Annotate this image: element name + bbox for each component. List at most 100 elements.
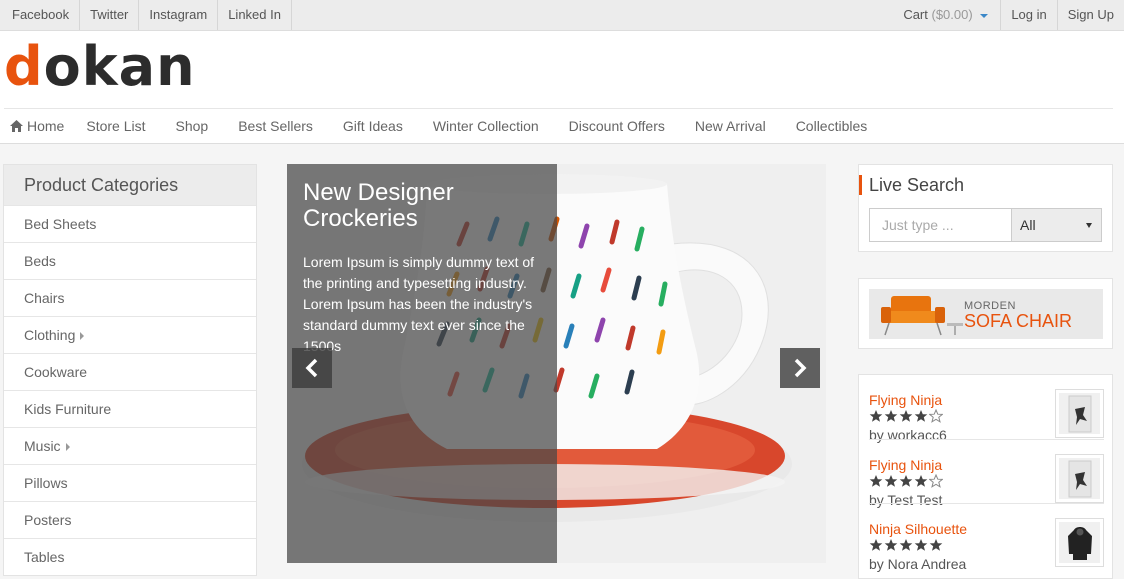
category-label: Cookware (24, 364, 88, 380)
social-links: Facebook Twitter Instagram Linked In (0, 0, 292, 30)
site-logo[interactable]: dokan (4, 35, 196, 99)
nav-shop[interactable]: Shop (176, 118, 209, 134)
linkedin-link[interactable]: Linked In (218, 0, 292, 30)
category-item[interactable]: Cookware (4, 353, 256, 390)
star-icon (914, 410, 928, 422)
categories-title: Product Categories (4, 165, 256, 205)
logo-letter-d: d (4, 35, 44, 98)
product-item: Ninja Silhouette by Nora Andrea (869, 503, 1104, 572)
hero-slider: New Designer Crockeries Lorem Ipsum is s… (287, 164, 826, 563)
search-category-value: All (1020, 217, 1036, 233)
category-item[interactable]: Music (4, 427, 256, 464)
chevron-left-icon (305, 358, 318, 378)
nav-best-sellers[interactable]: Best Sellers (238, 118, 313, 134)
banner-line2: SOFA CHAIR (964, 311, 1073, 331)
nav-home[interactable]: Home (10, 118, 64, 134)
star-icon (869, 539, 883, 551)
category-item[interactable]: Posters (4, 501, 256, 538)
category-label: Music (24, 438, 61, 454)
signup-link[interactable]: Sign Up (1056, 0, 1124, 30)
top-products-widget: Flying Ninja by workacc6 Flying Ninja by… (858, 374, 1113, 579)
category-label: Clothing (24, 327, 76, 343)
cart-link[interactable]: Cart ($0.00) (893, 0, 1000, 30)
ninja-poster-image (1068, 395, 1091, 432)
live-search-title: Live Search (859, 175, 964, 195)
star-icon (899, 475, 913, 487)
product-name-link[interactable]: Flying Ninja (869, 392, 942, 408)
account-links: Cart ($0.00) Log in Sign Up (893, 0, 1124, 30)
caret-down-icon (1086, 223, 1092, 228)
category-label: Tables (24, 549, 65, 565)
logo-text: okan (43, 35, 196, 98)
product-name-link[interactable]: Ninja Silhouette (869, 521, 967, 537)
nav-winter-collection[interactable]: Winter Collection (433, 118, 539, 134)
login-link[interactable]: Log in (1000, 0, 1056, 30)
slide-title: New Designer Crockeries (303, 179, 454, 232)
star-icon (869, 475, 883, 487)
product-name-link[interactable]: Flying Ninja (869, 457, 942, 473)
star-icon (884, 539, 898, 551)
site-header: dokan Home Store List Shop Best Sellers … (0, 31, 1124, 144)
star-icon (884, 475, 898, 487)
product-item: Flying Ninja by workacc6 (869, 375, 1104, 443)
product-thumbnail[interactable] (1055, 389, 1104, 438)
instagram-link[interactable]: Instagram (139, 0, 219, 30)
category-label: Beds (24, 253, 56, 269)
search-category-select[interactable]: All (1011, 208, 1102, 242)
category-item[interactable]: Tables (4, 538, 256, 575)
slider-next-button[interactable] (780, 348, 820, 388)
hoodie-image (1067, 526, 1092, 560)
category-item[interactable]: Chairs (4, 279, 256, 316)
slider-prev-button[interactable] (292, 348, 332, 388)
star-icon (899, 539, 913, 551)
ninja-poster-image (1068, 460, 1091, 497)
sofa-banner[interactable]: MORDEN SOFA CHAIR (869, 289, 1103, 339)
product-thumbnail[interactable] (1055, 518, 1104, 567)
sofa-chair-image (881, 296, 963, 336)
star-icon (869, 410, 883, 422)
category-item[interactable]: Clothing (4, 316, 256, 353)
cart-label: Cart (903, 7, 928, 22)
category-label: Chairs (24, 290, 65, 306)
search-input[interactable]: Just type ... (869, 208, 1011, 242)
category-label: Kids Furniture (24, 401, 112, 417)
slide-text: Lorem Ipsum is simply dummy text of the … (303, 254, 535, 354)
product-thumbnail[interactable] (1055, 454, 1104, 503)
rating-stars (869, 538, 944, 554)
star-icon (914, 475, 928, 487)
cart-amount: ($0.00) (931, 7, 973, 22)
twitter-link[interactable]: Twitter (80, 0, 140, 30)
category-item[interactable]: Bed Sheets (4, 205, 256, 242)
nav-gift-ideas[interactable]: Gift Ideas (343, 118, 403, 134)
star-empty-icon (929, 409, 943, 423)
rating-stars (869, 474, 944, 490)
category-label: Bed Sheets (24, 216, 97, 232)
nav-discount-offers[interactable]: Discount Offers (569, 118, 665, 134)
star-icon (899, 410, 913, 422)
live-search-widget: Live Search Just type ... All (858, 164, 1113, 252)
product-categories: Product Categories Bed Sheets Beds Chair… (3, 164, 257, 576)
caret-right-icon (80, 332, 85, 341)
main-nav: Home Store List Shop Best Sellers Gift I… (4, 108, 1113, 143)
category-label: Posters (24, 512, 72, 528)
category-item[interactable]: Kids Furniture (4, 390, 256, 427)
star-icon (914, 539, 928, 551)
caret-down-icon (980, 13, 989, 18)
top-bar: Facebook Twitter Instagram Linked In Car… (0, 0, 1124, 31)
category-label: Pillows (24, 475, 68, 491)
star-icon (884, 410, 898, 422)
rating-stars (869, 409, 944, 425)
facebook-link[interactable]: Facebook (0, 0, 81, 30)
category-item[interactable]: Pillows (4, 464, 256, 501)
nav-store-list[interactable]: Store List (86, 118, 145, 134)
product-vendor: by Nora Andrea (869, 556, 967, 572)
sofa-banner-widget: MORDEN SOFA CHAIR (858, 278, 1113, 349)
chevron-right-icon (794, 358, 807, 378)
caret-right-icon (65, 443, 70, 452)
nav-new-arrival[interactable]: New Arrival (695, 118, 766, 134)
nav-collectibles[interactable]: Collectibles (796, 118, 868, 134)
product-item: Flying Ninja by Test Test (869, 439, 1104, 508)
star-empty-icon (929, 474, 943, 488)
nav-home-label: Home (27, 118, 65, 134)
category-item[interactable]: Beds (4, 242, 256, 279)
